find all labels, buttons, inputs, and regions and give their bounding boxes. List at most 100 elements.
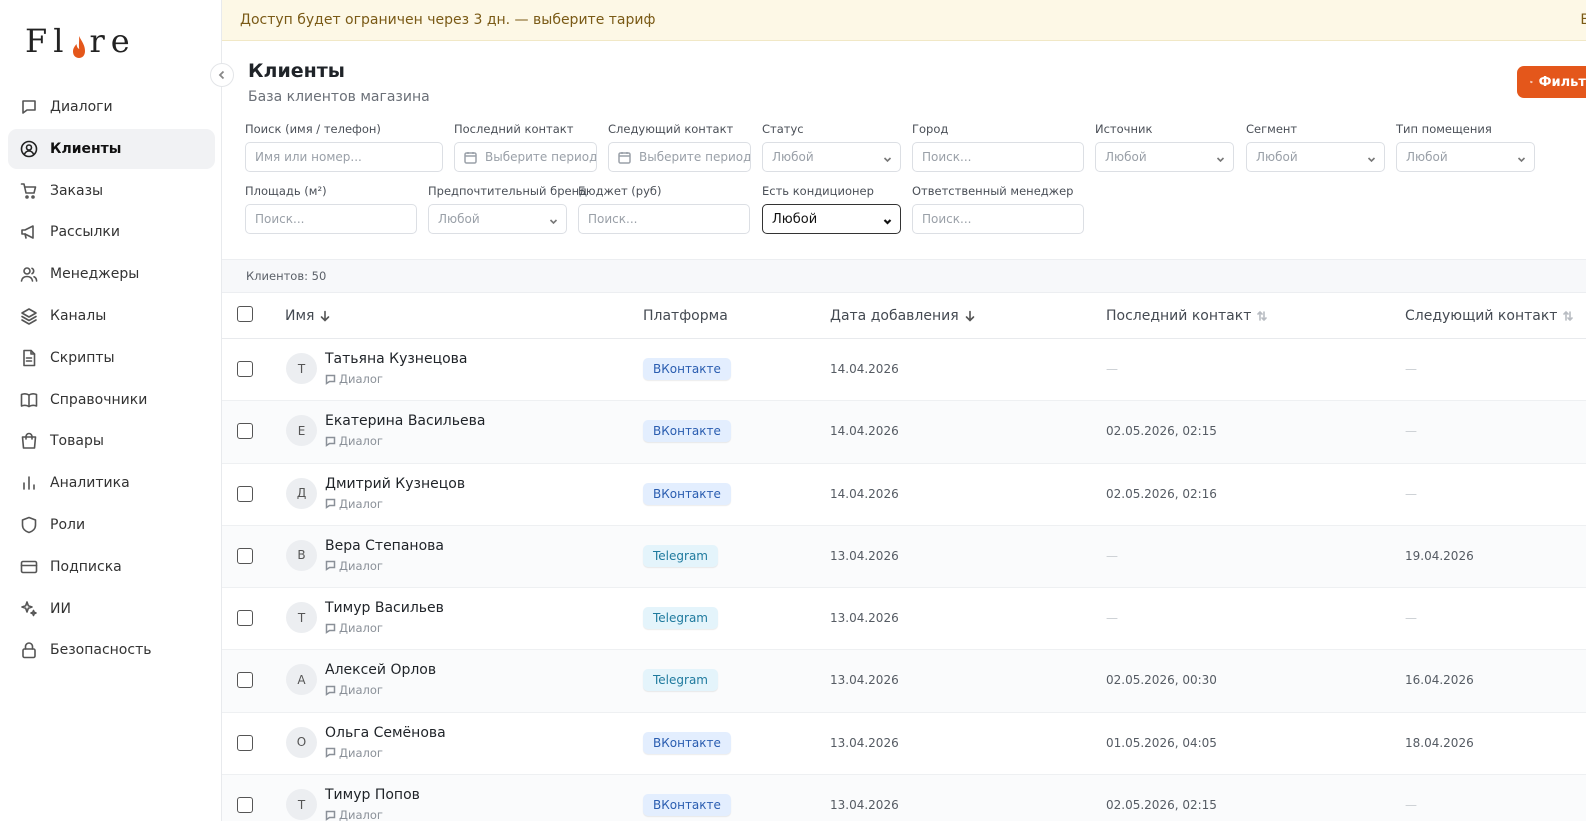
brand-select[interactable]: Любой — [428, 204, 567, 234]
segment-select[interactable]: Любой — [1246, 142, 1385, 172]
sidebar-item[interactable]: ИИ — [8, 589, 215, 629]
date-added: 14.04.2026 — [830, 424, 899, 439]
client-source: Диалог — [325, 621, 383, 635]
search-input[interactable]: Имя или номер... — [245, 142, 443, 172]
table-row[interactable]: Е Екатерина Васильева Диалог ВКонтакте 1… — [222, 401, 1586, 464]
sidebar-item[interactable]: Роли — [8, 505, 215, 545]
next-contact-placeholder: Выберите период — [639, 150, 751, 164]
column-platform: Платформа — [643, 308, 728, 324]
sidebar-item[interactable]: Скрипты — [8, 338, 215, 378]
sidebar-item[interactable]: Диалоги — [8, 87, 215, 127]
room-type-select[interactable]: Любой — [1396, 142, 1535, 172]
source-select[interactable]: Любой — [1095, 142, 1234, 172]
filter-search: Поиск (имя / телефон) Имя или номер... — [245, 122, 443, 172]
logo[interactable]: Fl re — [25, 22, 136, 60]
column-name-label: Имя — [285, 308, 315, 324]
clients-count: Клиентов: 50 — [222, 260, 1586, 293]
next-contact: 19.04.2026 — [1405, 548, 1474, 563]
budget-input[interactable]: Поиск... — [578, 204, 750, 234]
sidebar-item[interactable]: Подписка — [8, 547, 215, 587]
client-name[interactable]: Дмитрий Кузнецов — [325, 476, 465, 492]
filter-city-label: Город — [912, 122, 949, 136]
row-checkbox[interactable] — [237, 361, 253, 377]
ac-select[interactable]: Любой — [762, 204, 901, 234]
select-all-checkbox[interactable] — [237, 306, 253, 322]
banner-action-link[interactable]: В — [1580, 12, 1586, 28]
table-row[interactable]: Т Тимур Попов Диалог ВКонтакте 13.04.202… — [222, 775, 1586, 821]
column-date-added[interactable]: Дата добавления — [830, 308, 976, 324]
next-contact: — — [1405, 362, 1417, 376]
client-name[interactable]: Екатерина Васильева — [325, 413, 485, 429]
client-name[interactable]: Тимур Попов — [325, 787, 420, 803]
city-input-placeholder: Поиск... — [922, 150, 972, 164]
sidebar-item[interactable]: Клиенты — [8, 128, 215, 169]
shield-icon — [20, 516, 38, 534]
avatar: Т — [286, 789, 317, 821]
sidebar-item-label: Скрипты — [50, 349, 115, 366]
row-checkbox[interactable] — [237, 734, 253, 751]
sidebar-item-label: Рассылки — [50, 224, 120, 241]
sidebar-item[interactable]: Менеджеры — [8, 254, 215, 294]
client-name[interactable]: Алексей Орлов — [325, 662, 436, 678]
row-checkbox[interactable] — [237, 610, 253, 627]
sidebar-item[interactable]: Справочники — [8, 380, 215, 420]
sidebar-item[interactable]: Безопасность — [8, 630, 215, 670]
filters-button[interactable]: Фильтры — [1517, 66, 1586, 98]
client-name[interactable]: Тимур Васильев — [325, 600, 444, 616]
city-input[interactable]: Поиск... — [912, 142, 1084, 172]
row-checkbox[interactable] — [237, 797, 253, 814]
chat-icon — [325, 498, 336, 509]
next-contact: 16.04.2026 — [1405, 673, 1474, 688]
client-name[interactable]: Вера Степанова — [325, 538, 444, 554]
client-name[interactable]: Татьяна Кузнецова — [325, 351, 468, 367]
last-contact-date-picker[interactable]: Выберите период — [454, 142, 597, 172]
client-source: Диалог — [325, 683, 383, 697]
filter-search-label: Поиск (имя / телефон) — [245, 122, 381, 136]
last-contact: — — [1106, 362, 1118, 376]
row-checkbox[interactable] — [237, 672, 253, 689]
ac-select-value: Любой — [772, 211, 818, 227]
table-row[interactable]: Т Татьяна Кузнецова Диалог ВКонтакте 14.… — [222, 339, 1586, 402]
sidebar-item[interactable]: Аналитика — [8, 463, 215, 503]
table-row[interactable]: В Вера Степанова Диалог Telegram 13.04.2… — [222, 525, 1586, 589]
client-name[interactable]: Ольга Семёнова — [325, 725, 446, 741]
filter-room-type: Тип помещения Любой — [1396, 122, 1535, 172]
filter-next-contact-label: Следующий контакт — [608, 122, 734, 136]
filter-source-label: Источник — [1095, 122, 1153, 136]
page-subtitle: База клиентов магазина — [248, 89, 430, 105]
next-contact: — — [1405, 611, 1417, 626]
last-contact: 02.05.2026, 02:16 — [1106, 486, 1217, 501]
client-source: Диалог — [325, 497, 383, 511]
layers-icon — [20, 307, 38, 325]
room-type-select-value: Любой — [1406, 150, 1448, 164]
next-contact-date-picker[interactable]: Выберите период — [608, 142, 751, 172]
last-contact: 02.05.2026, 02:15 — [1106, 424, 1217, 439]
manager-input[interactable]: Поиск... — [912, 204, 1084, 234]
user-circle-icon — [20, 140, 38, 158]
sidebar-item[interactable]: Каналы — [8, 296, 215, 336]
collapse-sidebar-button[interactable] — [210, 63, 234, 87]
chevron-down-icon — [1216, 153, 1225, 163]
table-row[interactable]: А Алексей Орлов Диалог Telegram 13.04.20… — [222, 650, 1586, 713]
sidebar-item[interactable]: Рассылки — [8, 212, 215, 252]
filter-brand-label: Предпочтительный бренд — [428, 184, 588, 198]
date-added: 14.04.2026 — [830, 486, 899, 501]
table-row[interactable]: Т Тимур Васильев Диалог Telegram 13.04.2… — [222, 588, 1586, 651]
column-next-contact[interactable]: Следующий контакт — [1405, 308, 1574, 324]
status-select[interactable]: Любой — [762, 142, 901, 172]
sidebar-item[interactable]: Заказы — [8, 171, 215, 211]
platform-badge: ВКонтакте — [643, 482, 731, 505]
budget-input-placeholder: Поиск... — [588, 212, 638, 226]
row-checkbox[interactable] — [237, 485, 253, 502]
column-name[interactable]: Имя — [285, 308, 331, 324]
column-last-contact[interactable]: Последний контакт — [1106, 308, 1268, 324]
row-checkbox[interactable] — [237, 547, 253, 564]
row-checkbox[interactable] — [237, 423, 253, 440]
area-input[interactable]: Поиск... — [245, 204, 417, 234]
client-source: Диалог — [325, 808, 383, 821]
table-row[interactable]: О Ольга Семёнова Диалог ВКонтакте 13.04.… — [222, 713, 1586, 776]
table-row[interactable]: Д Дмитрий Кузнецов Диалог ВКонтакте 14.0… — [222, 464, 1586, 526]
sidebar-item[interactable]: Товары — [8, 421, 215, 461]
last-contact: 01.05.2026, 04:05 — [1106, 735, 1217, 750]
client-source-label: Диалог — [339, 808, 383, 821]
